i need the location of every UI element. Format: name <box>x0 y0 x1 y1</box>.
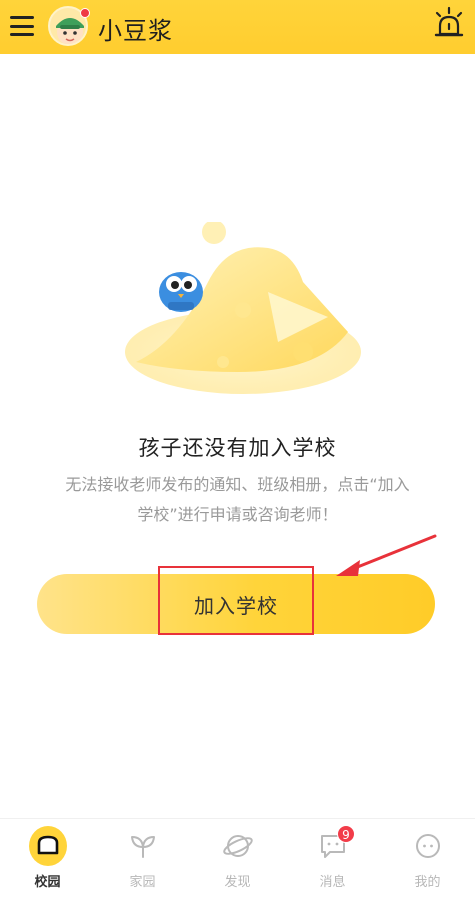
nav-label-me: 我的 <box>414 875 441 890</box>
leaf-icon <box>124 827 162 865</box>
campus-icon <box>28 826 67 866</box>
empty-state-description: 无法接收老师发布的通知、班级相册，点击“加入 学校”进行申请或咨询老师！ <box>0 470 475 530</box>
empty-state-description-line1: 无法接收老师发布的通知、班级相册，点击“加入 <box>65 475 410 494</box>
nav-label-discover: 发现 <box>224 875 251 890</box>
empty-state-description-line2: 学校”进行申请或咨询老师！ <box>137 505 338 524</box>
profile-icon <box>409 827 447 865</box>
nav-label-messages: 消息 <box>319 875 346 890</box>
empty-state-illustration <box>118 220 363 400</box>
bottom-navigation: 校园 家园 发现 9 消息 我的 <box>0 818 475 898</box>
nav-item-campus[interactable]: 校园 <box>0 819 95 898</box>
nav-item-home[interactable]: 家园 <box>95 819 190 898</box>
nav-label-campus: 校园 <box>34 875 61 890</box>
bell-icon[interactable] <box>431 6 467 44</box>
nav-label-home: 家园 <box>129 875 156 890</box>
app-root: 小豆浆 孩子还没有加入学校 无法接收老师发布的通知、班级相册，点击“加入 学校”… <box>0 0 475 898</box>
nav-item-me[interactable]: 我的 <box>380 819 475 898</box>
app-title: 小豆浆 <box>98 17 173 45</box>
nav-item-messages[interactable]: 9 消息 <box>285 819 380 898</box>
menu-icon[interactable] <box>10 14 36 38</box>
empty-state-title: 孩子还没有加入学校 <box>138 436 337 460</box>
nav-item-discover[interactable]: 发现 <box>190 819 285 898</box>
mascot-bird-icon <box>159 272 203 312</box>
annotation-arrow-icon <box>330 532 440 582</box>
message-badge: 9 <box>337 825 355 843</box>
avatar-notification-dot <box>80 8 90 18</box>
top-app-bar: 小豆浆 <box>0 0 475 54</box>
planet-icon <box>219 827 257 865</box>
join-school-button[interactable]: 加入学校 <box>37 574 435 634</box>
